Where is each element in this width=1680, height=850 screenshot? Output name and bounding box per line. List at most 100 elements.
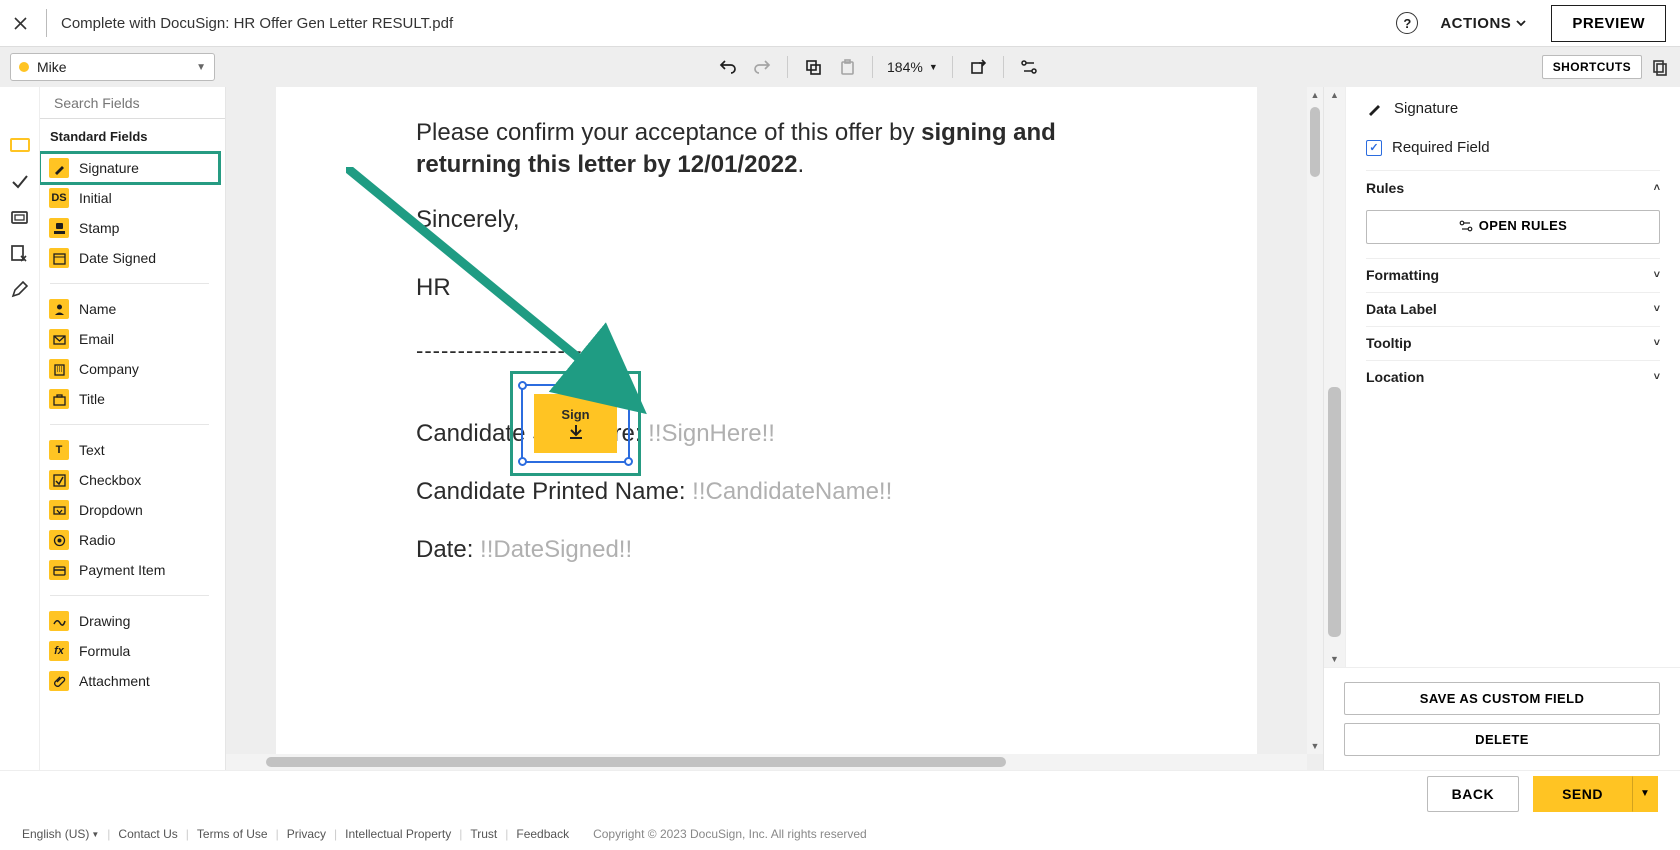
left-rail: [0, 87, 40, 770]
rail-custom-fields[interactable]: [1, 163, 39, 199]
recipient-color-dot: [19, 62, 29, 72]
preview-button[interactable]: PREVIEW: [1551, 5, 1666, 42]
section-formatting[interactable]: Formatting ˅: [1366, 258, 1660, 292]
document-title: Complete with DocuSign: HR Offer Gen Let…: [61, 15, 453, 32]
close-button[interactable]: [8, 11, 32, 35]
delete-button[interactable]: DELETE: [1344, 723, 1660, 756]
scroll-thumb[interactable]: [266, 757, 1006, 767]
send-button[interactable]: SEND: [1533, 776, 1632, 812]
copy-button[interactable]: [802, 56, 824, 78]
stamp-icon: [49, 218, 69, 238]
link-terms[interactable]: Terms of Use: [197, 827, 268, 841]
field-checkbox[interactable]: Checkbox: [40, 465, 219, 495]
send-dropdown-toggle[interactable]: ▼: [1632, 776, 1658, 812]
rail-standard-fields[interactable]: [1, 127, 39, 163]
field-label: Date Signed: [79, 250, 156, 266]
link-feedback[interactable]: Feedback: [516, 827, 569, 841]
property-title: Signature: [1366, 99, 1660, 117]
scroll-down-icon[interactable]: ▼: [1307, 738, 1323, 754]
text-icon: T: [49, 440, 69, 460]
signature-field-placed[interactable]: Sign: [521, 384, 630, 463]
resize-handle[interactable]: [624, 381, 633, 390]
field-attachment[interactable]: Attachment: [40, 666, 219, 696]
link-privacy[interactable]: Privacy: [287, 827, 326, 841]
signature-icon: [1366, 99, 1384, 117]
field-signature[interactable]: Signature: [40, 153, 219, 183]
sign-label: Sign: [561, 407, 589, 422]
person-icon: [49, 299, 69, 319]
field-payment[interactable]: Payment Item: [40, 555, 219, 585]
zoom-dropdown[interactable]: 184% ▼: [881, 59, 944, 75]
scroll-thumb[interactable]: [1310, 107, 1320, 177]
checkbox-checked-icon: ✓: [1366, 140, 1382, 156]
field-name[interactable]: Name: [40, 294, 219, 324]
scroll-thumb[interactable]: [1328, 387, 1341, 637]
send-split-button: SEND ▼: [1533, 776, 1658, 812]
save-custom-field-button[interactable]: SAVE AS CUSTOM FIELD: [1344, 682, 1660, 715]
field-email[interactable]: Email: [40, 324, 219, 354]
required-field-checkbox[interactable]: ✓ Required Field: [1366, 139, 1660, 156]
initial-icon: DS: [49, 188, 69, 208]
chevron-down-icon: ˅: [1654, 269, 1660, 281]
help-icon[interactable]: ?: [1396, 12, 1418, 34]
dropdown-icon: [49, 500, 69, 520]
field-label: Payment Item: [79, 562, 165, 578]
horizontal-scrollbar[interactable]: [226, 754, 1307, 770]
field-dropdown[interactable]: Dropdown: [40, 495, 219, 525]
vertical-scrollbar[interactable]: ▲ ▼: [1307, 87, 1323, 754]
search-input[interactable]: [54, 95, 226, 111]
resize-handle[interactable]: [518, 457, 527, 466]
link-trust[interactable]: Trust: [470, 827, 497, 841]
field-radio[interactable]: Radio: [40, 525, 219, 555]
rail-edit-icon[interactable]: [1, 271, 39, 307]
field-stamp[interactable]: Stamp: [40, 213, 219, 243]
scroll-up-icon[interactable]: ▲: [1307, 87, 1323, 103]
field-formula[interactable]: fx Formula: [40, 636, 219, 666]
shortcuts-button[interactable]: SHORTCUTS: [1542, 55, 1642, 79]
canvas[interactable]: Please confirm your acceptance of this o…: [226, 87, 1323, 770]
section-location[interactable]: Location ˅: [1366, 360, 1660, 394]
required-label: Required Field: [1392, 139, 1490, 156]
document-page[interactable]: Please confirm your acceptance of this o…: [276, 87, 1257, 754]
chevron-down-icon: ▼: [929, 62, 938, 72]
field-label: Dropdown: [79, 502, 143, 518]
section-data-label[interactable]: Data Label ˅: [1366, 292, 1660, 326]
fields-panel: ✕ Standard Fields Signature DS Initial S…: [40, 87, 226, 770]
search-box[interactable]: ✕: [40, 87, 225, 119]
rail-merge-fields[interactable]: [1, 199, 39, 235]
section-tooltip[interactable]: Tooltip ˅: [1366, 326, 1660, 360]
chevron-up-icon: ˄: [1654, 182, 1660, 194]
field-drawing[interactable]: Drawing: [40, 606, 219, 636]
field-label: Formula: [79, 643, 130, 659]
chevron-down-icon: ▼: [196, 62, 206, 73]
resize-handle[interactable]: [624, 457, 633, 466]
panel-mini-scrollbar[interactable]: ▲ ▼: [1324, 87, 1346, 667]
section-rules[interactable]: Rules ˄: [1366, 170, 1660, 204]
rail-prefill[interactable]: [1, 235, 39, 271]
calendar-icon: [49, 248, 69, 268]
field-text[interactable]: T Text: [40, 435, 219, 465]
formula-icon: fx: [49, 641, 69, 661]
undo-button[interactable]: [717, 56, 739, 78]
link-contact[interactable]: Contact Us: [118, 827, 177, 841]
back-button[interactable]: BACK: [1427, 776, 1519, 812]
rules-icon[interactable]: [1018, 56, 1040, 78]
language-selector[interactable]: English (US)▼: [22, 827, 99, 841]
building-icon: [49, 359, 69, 379]
actions-dropdown[interactable]: ACTIONS: [1440, 15, 1527, 32]
sign-here-box[interactable]: Sign: [534, 394, 617, 453]
field-date-signed[interactable]: Date Signed: [40, 243, 219, 273]
recipient-dropdown[interactable]: Mike ▼: [10, 53, 215, 81]
rotate-button[interactable]: [967, 56, 989, 78]
date-line: Date: !!DateSigned!!: [416, 536, 1117, 564]
field-label: Text: [79, 442, 105, 458]
link-ip[interactable]: Intellectual Property: [345, 827, 451, 841]
properties-panel: ▲ ▼ Signature ✓ Required Field Rules ˄ O…: [1323, 87, 1680, 770]
field-company[interactable]: Company: [40, 354, 219, 384]
open-rules-button[interactable]: OPEN RULES: [1366, 210, 1660, 244]
resize-handle[interactable]: [518, 381, 527, 390]
field-initial[interactable]: DS Initial: [40, 183, 219, 213]
field-title[interactable]: Title: [40, 384, 219, 414]
pages-panel-toggle[interactable]: [1650, 57, 1670, 77]
signature-drop-highlight: Sign: [510, 371, 641, 476]
